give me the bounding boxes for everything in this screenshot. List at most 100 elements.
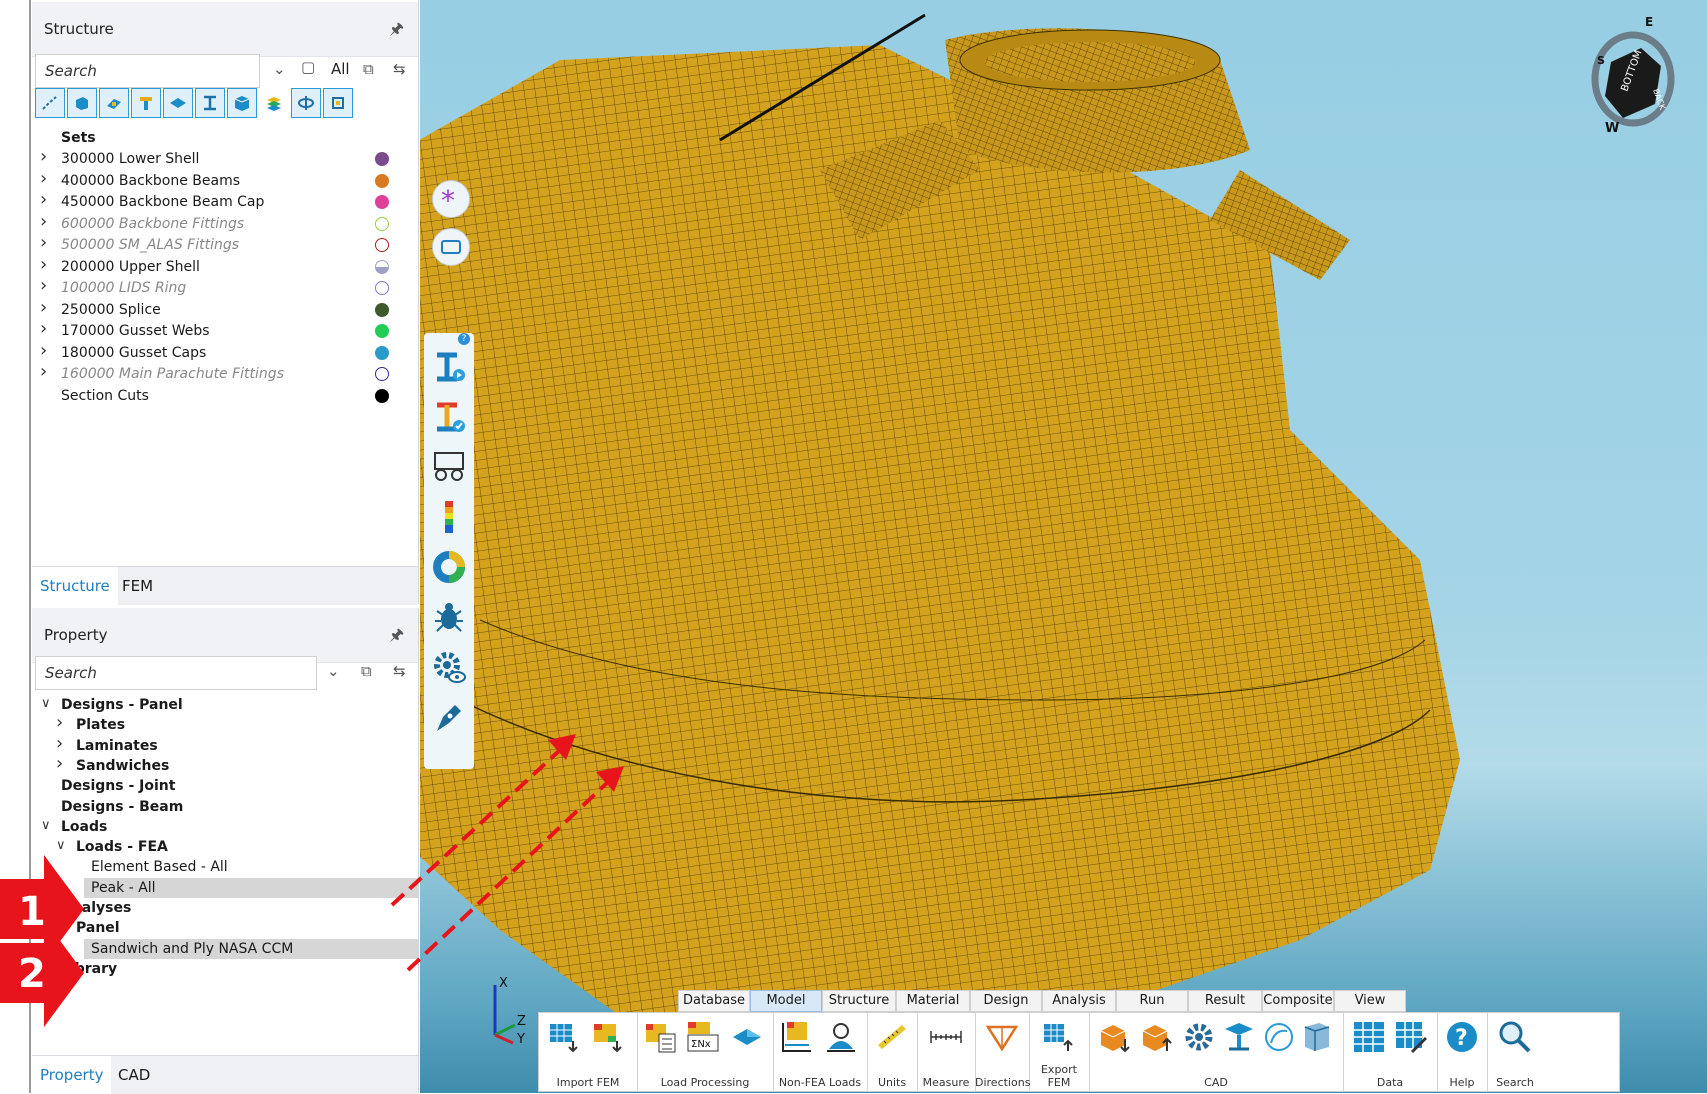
pin-icon[interactable]: 🖈	[389, 18, 404, 45]
property-tree-item[interactable]: Peak - All	[84, 877, 418, 898]
property-tree-item[interactable]: Library	[32, 959, 418, 979]
set-row[interactable]: › 100000 LIDS Ring	[32, 275, 418, 299]
set-color-swatch[interactable]	[375, 324, 389, 338]
property-tree-item[interactable]: Element Based - All	[32, 857, 418, 877]
cad-beam-icon[interactable]	[1221, 1019, 1257, 1055]
chevron-right-icon[interactable]: ›	[40, 297, 47, 318]
property-tree-item[interactable]: Designs - Joint	[32, 776, 418, 796]
load-table-icon[interactable]	[643, 1019, 679, 1055]
ribbon-tab-material[interactable]: Material	[896, 990, 970, 1012]
pin-icon[interactable]: 🖈	[389, 624, 404, 651]
chevron-right-icon[interactable]: ›	[56, 712, 63, 733]
panel-filter-icon[interactable]	[99, 88, 129, 118]
set-color-swatch[interactable]	[375, 259, 389, 274]
measure-icon[interactable]	[928, 1019, 964, 1055]
box-filter-icon[interactable]	[227, 88, 257, 118]
cad-solid-icon[interactable]	[1299, 1019, 1335, 1055]
set-color-swatch[interactable]	[375, 345, 389, 360]
chevron-down-icon[interactable]: ∨	[41, 696, 51, 711]
filter-all-label[interactable]: All	[331, 60, 350, 78]
chevron-down-icon[interactable]: ⌄	[327, 662, 340, 680]
set-row[interactable]: › 400000 Backbone Beams	[32, 168, 418, 192]
3d-viewport[interactable]: BOTTOM BACK E S W * ? X Z Y	[420, 0, 1707, 1093]
chevron-down-icon[interactable]: ⌄	[273, 60, 286, 78]
cad-import-icon[interactable]	[1097, 1019, 1133, 1055]
set-color-swatch[interactable]	[375, 195, 389, 209]
chevron-right-icon[interactable]: ›	[40, 275, 47, 296]
rectangle-select-icon[interactable]	[432, 228, 470, 266]
set-color-swatch[interactable]	[375, 173, 389, 188]
chevron-right-icon[interactable]: ›	[56, 753, 63, 774]
asterisk-icon[interactable]: *	[432, 180, 470, 218]
chevron-right-icon[interactable]: ›	[40, 211, 47, 232]
chevron-right-icon[interactable]: ›	[40, 340, 47, 361]
beam-filter-icon[interactable]	[131, 88, 161, 118]
bug-icon[interactable]	[431, 599, 467, 635]
chevron-down-icon[interactable]: ∨	[56, 919, 66, 934]
layers-filter-icon[interactable]	[259, 88, 289, 118]
cube-filter-icon[interactable]: ▢	[301, 58, 315, 76]
ribbon-tab-analysis[interactable]: Analysis	[1042, 990, 1116, 1012]
cad-arc-icon[interactable]	[1261, 1019, 1297, 1055]
data-table-icon[interactable]	[1351, 1019, 1387, 1055]
donut-chart-icon[interactable]	[431, 549, 467, 585]
load-diamond-icon[interactable]	[729, 1019, 765, 1055]
set-color-swatch[interactable]	[375, 388, 389, 403]
chevron-down-icon[interactable]: ∨	[56, 838, 66, 853]
set-color-swatch[interactable]	[375, 281, 389, 295]
i-beam-play-icon[interactable]	[431, 349, 467, 385]
set-row[interactable]: › 180000 Gusset Caps	[32, 340, 418, 364]
collapse-icon[interactable]: ⧉	[361, 662, 372, 680]
chevron-right-icon[interactable]: ›	[40, 254, 47, 275]
pen-nib-icon[interactable]	[431, 699, 467, 735]
set-row[interactable]: › 170000 Gusset Webs	[32, 318, 418, 342]
tab-fem[interactable]: FEM	[122, 577, 153, 595]
glasses-icon[interactable]	[431, 449, 467, 485]
chevron-right-icon[interactable]: ›	[40, 146, 47, 167]
chevron-right-icon[interactable]: ›	[40, 361, 47, 382]
ribbon-tab-database[interactable]: Database	[678, 990, 750, 1012]
ribbon-tab-view[interactable]: View	[1334, 990, 1406, 1012]
chevron-right-icon[interactable]: ›	[40, 232, 47, 253]
ribbon-tab-composite[interactable]: Composite	[1262, 990, 1334, 1012]
fem-mesh-model[interactable]	[420, 0, 1707, 1093]
set-color-swatch[interactable]	[375, 152, 389, 166]
ribbon-tab-result[interactable]: Result	[1188, 990, 1262, 1012]
plate-filter-icon[interactable]	[163, 88, 193, 118]
property-tree-item[interactable]: › Laminates	[32, 733, 418, 756]
structure-search-input[interactable]: Search	[35, 54, 260, 88]
ribbon-tab-design[interactable]: Design	[970, 990, 1042, 1012]
import-fem-icon[interactable]	[547, 1019, 583, 1055]
color-legend-icon[interactable]	[431, 499, 467, 535]
i-beam-check-icon[interactable]	[431, 399, 467, 435]
set-row[interactable]: › 450000 Backbone Beam Cap	[32, 189, 418, 213]
directions-icon[interactable]	[984, 1019, 1020, 1055]
chevron-right-icon[interactable]: ›	[40, 168, 47, 189]
set-row[interactable]: › 250000 Splice	[32, 297, 418, 321]
chevron-down-icon[interactable]: ∨	[41, 899, 51, 914]
gear-eye-icon[interactable]	[431, 649, 467, 685]
property-tree-item[interactable]: ∨ Designs - Panel	[32, 695, 418, 715]
non-fea-user-icon[interactable]	[823, 1019, 859, 1055]
tab-structure[interactable]: Structure	[32, 567, 118, 605]
sync-icon[interactable]: ⇆	[393, 662, 406, 680]
property-tree-item[interactable]: ∨ Analyses	[32, 898, 418, 918]
ribbon-tab-structure[interactable]: Structure	[822, 990, 896, 1012]
chevron-down-icon[interactable]: ∨	[41, 818, 51, 833]
help-icon[interactable]: ?	[458, 333, 470, 345]
non-fea-chart-icon[interactable]	[779, 1019, 815, 1055]
solid-filter-icon[interactable]	[67, 88, 97, 118]
ruler-icon[interactable]	[874, 1019, 910, 1055]
property-tree-item[interactable]: ∨ Loads - FEA	[32, 837, 418, 857]
data-edit-icon[interactable]	[1393, 1019, 1429, 1055]
property-tree-item[interactable]: › Sandwiches	[32, 753, 418, 776]
set-row[interactable]: › 500000 SM_ALAS Fittings	[32, 232, 418, 256]
chevron-right-icon[interactable]: ›	[40, 189, 47, 210]
import-fem-colored-icon[interactable]	[591, 1019, 627, 1055]
section-cut-filter-icon[interactable]	[291, 88, 321, 118]
search-icon[interactable]	[1497, 1019, 1533, 1055]
node-filter-icon[interactable]	[35, 88, 65, 118]
set-row[interactable]: › 600000 Backbone Fittings	[32, 211, 418, 235]
sum-nx-icon[interactable]: ΣNx	[685, 1019, 721, 1055]
set-row[interactable]: › 200000 Upper Shell	[32, 254, 418, 278]
